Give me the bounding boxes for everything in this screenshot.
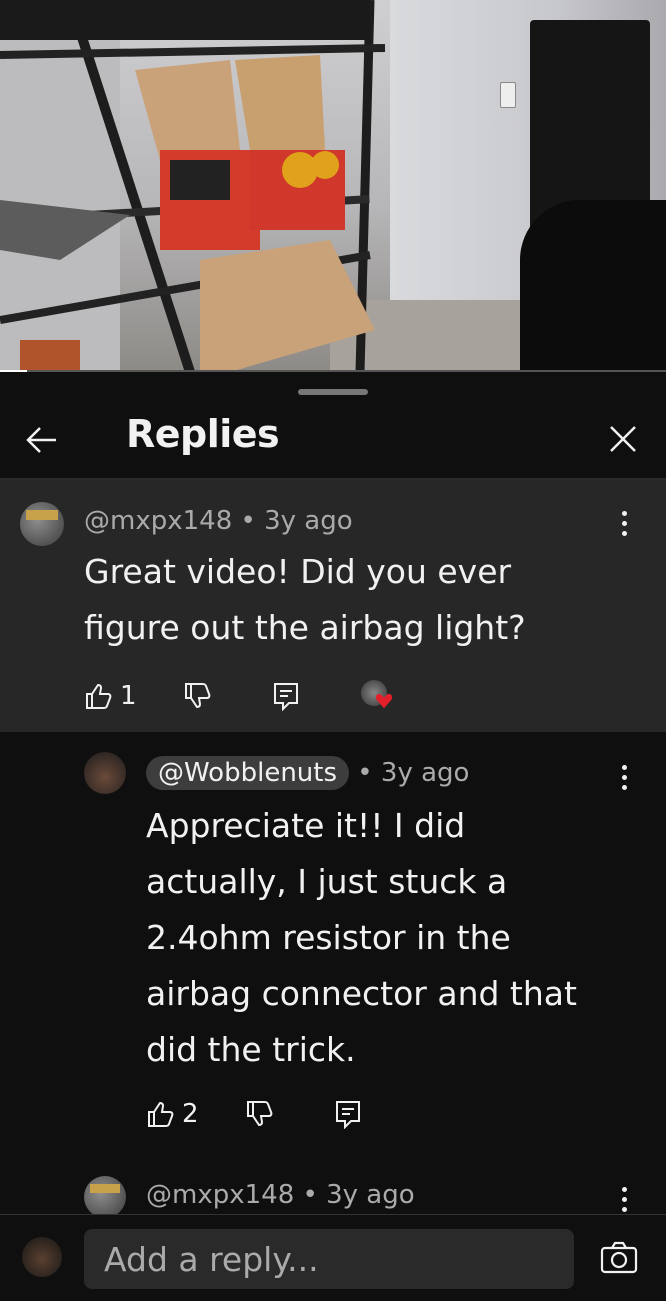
avatar-detail xyxy=(90,1184,120,1193)
comment-author[interactable]: @mxpx148 xyxy=(146,1180,294,1210)
meta-separator: • xyxy=(302,1180,318,1210)
comment-meta: @mxpx148 • 3y ago xyxy=(146,1180,415,1210)
parent-comment: @mxpx148 • 3y ago Great video! Did you e… xyxy=(0,480,666,732)
comment-text-line: airbag connector and that xyxy=(146,974,577,1013)
more-options-icon[interactable] xyxy=(612,762,636,796)
comment-actions: 2 xyxy=(146,1094,363,1134)
comment-text-line: actually, I just stuck a xyxy=(146,862,508,901)
video-scene-shelving xyxy=(0,0,386,372)
replies-header: Replies xyxy=(0,404,666,478)
like-count: 1 xyxy=(120,681,137,711)
comment-author[interactable]: @mxpx148 xyxy=(84,506,232,536)
user-avatar[interactable] xyxy=(22,1237,62,1277)
comment-text-line: Appreciate it!! I did xyxy=(146,806,466,845)
avatar-detail xyxy=(26,510,58,520)
heart-icon xyxy=(375,693,392,709)
replies-sheet: Replies @mxpx148 • 3y ago Great video! D… xyxy=(0,374,666,1301)
video-progress-bar[interactable] xyxy=(0,370,666,372)
comment-age: 3y ago xyxy=(326,1180,415,1210)
meta-separator: • xyxy=(357,758,373,788)
avatar[interactable] xyxy=(20,502,64,546)
creator-heart-badge xyxy=(360,680,393,712)
comment-text: Appreciate it!! I did actually, I just s… xyxy=(146,798,577,1078)
comment-author-pill[interactable]: @Wobblenuts xyxy=(146,756,350,790)
comment-text-line: figure out the airbag light? xyxy=(84,608,526,647)
comment-meta: @mxpx148 • 3y ago xyxy=(84,506,353,536)
back-arrow-icon[interactable] xyxy=(24,422,60,458)
comment-actions: 1 xyxy=(84,676,393,716)
dislike-icon[interactable] xyxy=(183,681,213,711)
comment-age: 3y ago xyxy=(380,758,470,788)
more-options-icon[interactable] xyxy=(612,1184,636,1218)
comment-text-line: 2.4ohm resistor in the xyxy=(146,918,511,957)
reply-input[interactable] xyxy=(84,1229,574,1289)
avatar[interactable] xyxy=(84,752,126,794)
reply-icon[interactable] xyxy=(271,681,301,711)
comment-text-line: did the trick. xyxy=(146,1030,356,1069)
more-options-icon[interactable] xyxy=(612,508,636,542)
like-icon[interactable] xyxy=(84,681,114,711)
close-icon[interactable] xyxy=(604,420,642,458)
meta-separator: • xyxy=(240,506,256,536)
page-title: Replies xyxy=(126,412,280,456)
camera-icon[interactable] xyxy=(600,1241,638,1275)
video-progress-fill xyxy=(0,370,27,372)
reply-icon[interactable] xyxy=(333,1099,363,1129)
comment-text-line: Great video! Did you ever xyxy=(84,552,512,591)
like-count: 2 xyxy=(182,1099,199,1129)
dislike-icon[interactable] xyxy=(245,1099,275,1129)
comment-meta: @Wobblenuts • 3y ago xyxy=(146,756,469,790)
reply-composer xyxy=(0,1214,666,1301)
comment-age: 3y ago xyxy=(264,506,353,536)
drag-handle[interactable] xyxy=(298,389,368,395)
comment-text: Great video! Did you ever figure out the… xyxy=(84,544,526,656)
avatar[interactable] xyxy=(84,1176,126,1218)
video-player[interactable] xyxy=(0,0,666,372)
like-icon[interactable] xyxy=(146,1099,176,1129)
